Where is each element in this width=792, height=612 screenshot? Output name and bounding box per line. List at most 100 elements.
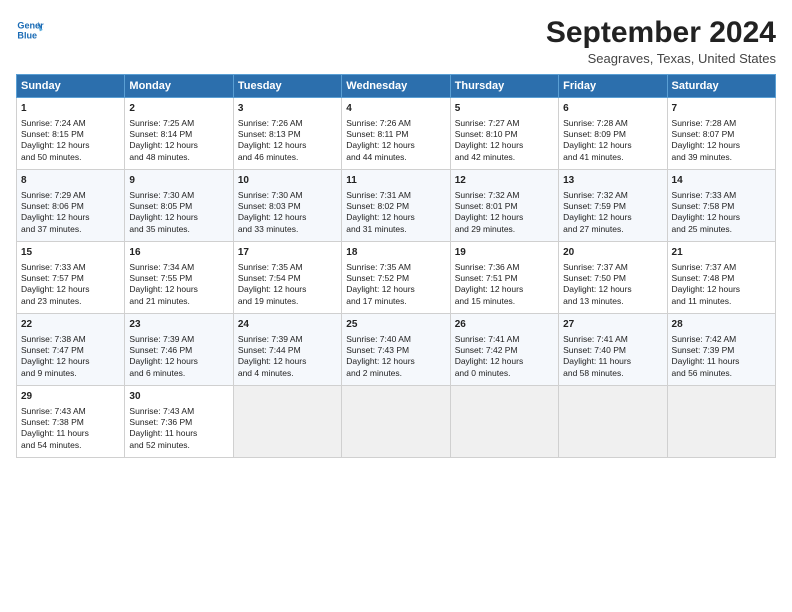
table-cell: 16Sunrise: 7:34 AMSunset: 7:55 PMDayligh…	[125, 242, 233, 314]
day-info: and 23 minutes.	[21, 296, 120, 307]
day-number: 12	[455, 174, 554, 188]
day-info: Sunset: 8:07 PM	[672, 129, 771, 140]
day-info: Sunset: 7:44 PM	[238, 345, 337, 356]
day-info: Daylight: 12 hours	[21, 140, 120, 151]
table-cell	[233, 386, 341, 458]
day-info: Sunset: 7:54 PM	[238, 273, 337, 284]
day-info: Daylight: 12 hours	[563, 212, 662, 223]
day-info: and 11 minutes.	[672, 296, 771, 307]
day-info: and 27 minutes.	[563, 224, 662, 235]
logo: General Blue	[16, 16, 44, 44]
day-info: Sunrise: 7:39 AM	[238, 334, 337, 345]
calendar-table: Sunday Monday Tuesday Wednesday Thursday…	[16, 74, 776, 458]
table-cell: 10Sunrise: 7:30 AMSunset: 8:03 PMDayligh…	[233, 170, 341, 242]
day-number: 10	[238, 174, 337, 188]
day-info: Sunset: 8:11 PM	[346, 129, 445, 140]
table-cell	[342, 386, 450, 458]
day-info: Sunset: 7:47 PM	[21, 345, 120, 356]
day-number: 14	[672, 174, 771, 188]
table-cell: 28Sunrise: 7:42 AMSunset: 7:39 PMDayligh…	[667, 314, 775, 386]
day-info: Daylight: 12 hours	[21, 356, 120, 367]
day-info: Daylight: 11 hours	[563, 356, 662, 367]
day-number: 27	[563, 318, 662, 332]
table-cell: 21Sunrise: 7:37 AMSunset: 7:48 PMDayligh…	[667, 242, 775, 314]
day-info: and 48 minutes.	[129, 152, 228, 163]
day-info: and 4 minutes.	[238, 368, 337, 379]
day-info: Sunrise: 7:38 AM	[21, 334, 120, 345]
table-cell: 3Sunrise: 7:26 AMSunset: 8:13 PMDaylight…	[233, 98, 341, 170]
day-number: 26	[455, 318, 554, 332]
col-saturday: Saturday	[667, 75, 775, 98]
day-info: Sunset: 8:01 PM	[455, 201, 554, 212]
col-tuesday: Tuesday	[233, 75, 341, 98]
col-wednesday: Wednesday	[342, 75, 450, 98]
day-info: Sunrise: 7:35 AM	[346, 262, 445, 273]
day-info: Sunset: 7:39 PM	[672, 345, 771, 356]
day-info: Sunset: 7:57 PM	[21, 273, 120, 284]
table-cell: 13Sunrise: 7:32 AMSunset: 7:59 PMDayligh…	[559, 170, 667, 242]
day-number: 2	[129, 102, 228, 116]
day-info: Sunrise: 7:29 AM	[21, 190, 120, 201]
day-number: 4	[346, 102, 445, 116]
day-info: Sunrise: 7:33 AM	[672, 190, 771, 201]
day-info: Sunset: 7:43 PM	[346, 345, 445, 356]
table-cell: 29Sunrise: 7:43 AMSunset: 7:38 PMDayligh…	[17, 386, 125, 458]
day-info: and 39 minutes.	[672, 152, 771, 163]
day-info: Daylight: 12 hours	[455, 356, 554, 367]
day-number: 20	[563, 246, 662, 260]
table-cell: 17Sunrise: 7:35 AMSunset: 7:54 PMDayligh…	[233, 242, 341, 314]
day-info: and 13 minutes.	[563, 296, 662, 307]
table-cell: 20Sunrise: 7:37 AMSunset: 7:50 PMDayligh…	[559, 242, 667, 314]
day-info: Daylight: 12 hours	[346, 356, 445, 367]
day-number: 5	[455, 102, 554, 116]
day-number: 3	[238, 102, 337, 116]
day-info: Sunset: 7:48 PM	[672, 273, 771, 284]
day-info: Sunrise: 7:41 AM	[455, 334, 554, 345]
day-info: Sunset: 7:36 PM	[129, 417, 228, 428]
col-monday: Monday	[125, 75, 233, 98]
day-number: 13	[563, 174, 662, 188]
day-info: and 9 minutes.	[21, 368, 120, 379]
table-cell: 4Sunrise: 7:26 AMSunset: 8:11 PMDaylight…	[342, 98, 450, 170]
day-info: Sunrise: 7:31 AM	[346, 190, 445, 201]
col-thursday: Thursday	[450, 75, 558, 98]
table-cell: 30Sunrise: 7:43 AMSunset: 7:36 PMDayligh…	[125, 386, 233, 458]
day-info: Daylight: 12 hours	[672, 284, 771, 295]
day-info: Sunrise: 7:33 AM	[21, 262, 120, 273]
day-info: Daylight: 12 hours	[238, 140, 337, 151]
day-info: Sunset: 7:59 PM	[563, 201, 662, 212]
table-cell: 5Sunrise: 7:27 AMSunset: 8:10 PMDaylight…	[450, 98, 558, 170]
table-cell: 27 Sunrise: 7:41 AMSunset: 7:40 PMDayligh…	[559, 314, 667, 386]
day-number: 24	[238, 318, 337, 332]
table-cell: 7Sunrise: 7:28 AMSunset: 8:07 PMDaylight…	[667, 98, 775, 170]
day-info: Sunrise: 7:36 AM	[455, 262, 554, 273]
col-sunday: Sunday	[17, 75, 125, 98]
calendar-row: 8Sunrise: 7:29 AMSunset: 8:06 PMDaylight…	[17, 170, 776, 242]
table-cell: 11Sunrise: 7:31 AMSunset: 8:02 PMDayligh…	[342, 170, 450, 242]
day-info: Sunrise: 7:34 AM	[129, 262, 228, 273]
day-info: and 6 minutes.	[129, 368, 228, 379]
day-number: 30	[129, 390, 228, 404]
col-friday: Friday	[559, 75, 667, 98]
day-info: Daylight: 12 hours	[238, 212, 337, 223]
day-info: Sunset: 7:51 PM	[455, 273, 554, 284]
day-info: Sunset: 7:40 PM	[563, 345, 662, 356]
table-cell: 15Sunrise: 7:33 AMSunset: 7:57 PMDayligh…	[17, 242, 125, 314]
day-info: and 46 minutes.	[238, 152, 337, 163]
day-info: Sunrise: 7:41 AM	[563, 334, 662, 345]
day-number: 29	[21, 390, 120, 404]
day-info: Sunrise: 7:43 AM	[21, 406, 120, 417]
day-info: and 58 minutes.	[563, 368, 662, 379]
day-number: 1	[21, 102, 120, 116]
day-info: Daylight: 12 hours	[129, 140, 228, 151]
day-info: Sunrise: 7:43 AM	[129, 406, 228, 417]
table-cell: 24Sunrise: 7:39 AMSunset: 7:44 PMDayligh…	[233, 314, 341, 386]
table-cell: 18Sunrise: 7:35 AMSunset: 7:52 PMDayligh…	[342, 242, 450, 314]
day-info: Daylight: 12 hours	[672, 140, 771, 151]
table-cell	[450, 386, 558, 458]
day-number: 9	[129, 174, 228, 188]
table-cell: 12Sunrise: 7:32 AMSunset: 8:01 PMDayligh…	[450, 170, 558, 242]
day-info: Daylight: 12 hours	[455, 140, 554, 151]
table-cell: 6Sunrise: 7:28 AMSunset: 8:09 PMDaylight…	[559, 98, 667, 170]
day-info: Sunset: 8:09 PM	[563, 129, 662, 140]
